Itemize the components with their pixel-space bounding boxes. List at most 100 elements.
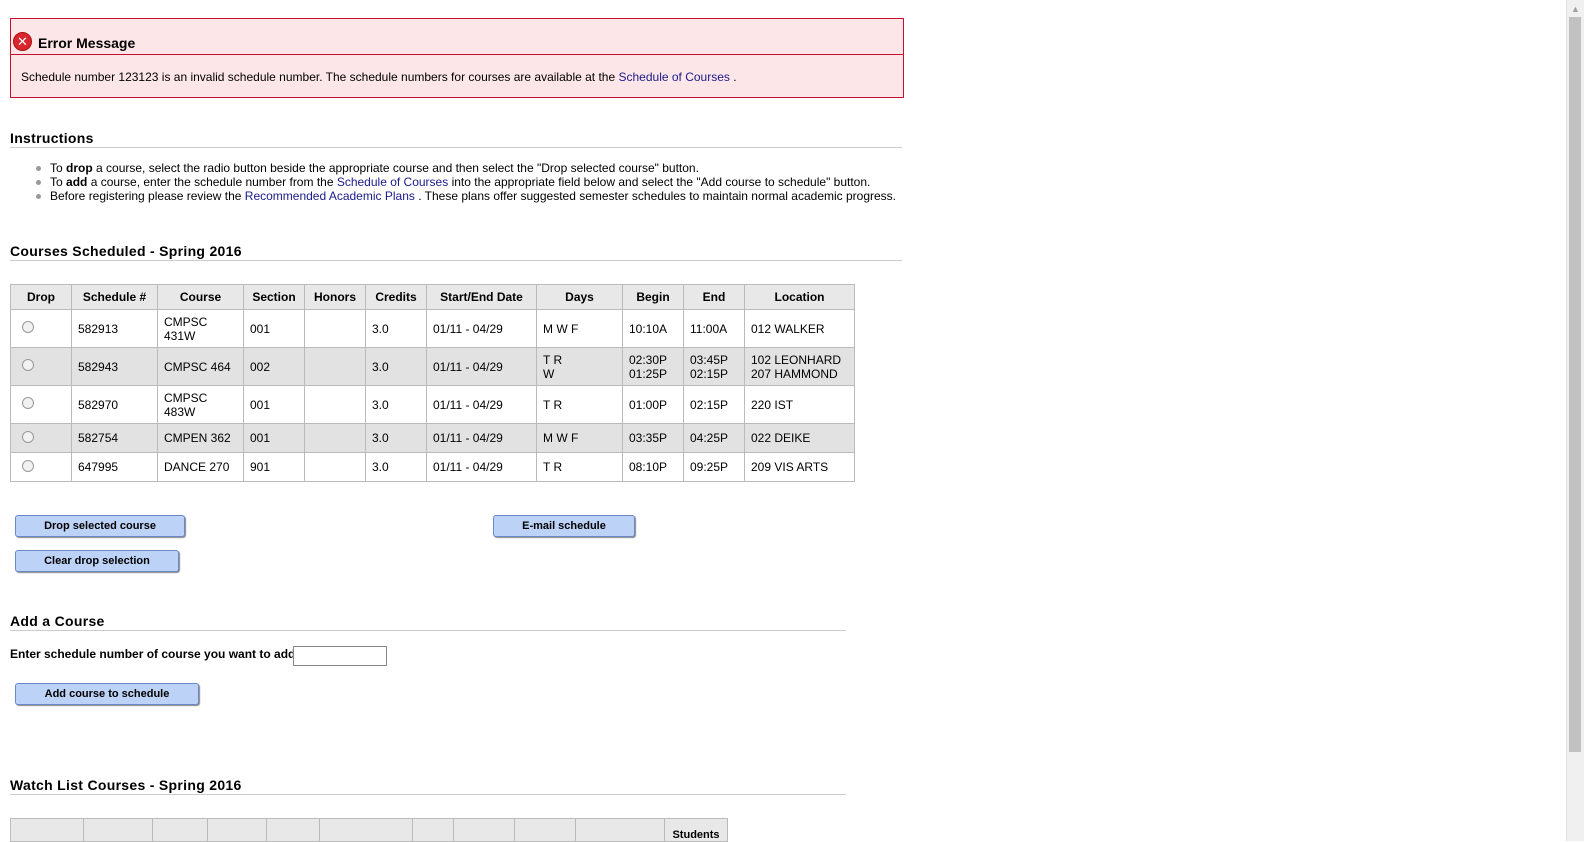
bullet-icon xyxy=(36,194,41,199)
error-message-box: ✕ Error Message Schedule number 123123 i… xyxy=(10,18,904,98)
cell-end: 09:25P xyxy=(683,452,745,482)
watch-col xyxy=(514,818,576,842)
watch-col xyxy=(266,818,320,842)
cell-course: CMPSC 464 xyxy=(157,347,244,386)
cell-credits: 3.0 xyxy=(365,347,427,386)
courses-scheduled-heading: Courses Scheduled - Spring 2016 xyxy=(10,243,902,261)
add-course-to-schedule-button[interactable]: Add course to schedule xyxy=(15,683,199,705)
cell-schedule: 582943 xyxy=(71,347,158,386)
instruction-text: into the appropriate field below and sel… xyxy=(448,175,871,189)
cell-begin: 01:00P xyxy=(622,385,684,424)
schedule-number-input[interactable] xyxy=(293,646,387,666)
bullet-icon xyxy=(36,166,41,171)
instruction-item: To add a course, enter the schedule numb… xyxy=(36,175,896,189)
cell-days: T R W xyxy=(536,347,623,386)
cell-location: 012 WALKER xyxy=(744,309,855,348)
cell-honors xyxy=(304,385,366,424)
cell-credits: 3.0 xyxy=(365,385,427,424)
cell-section: 901 xyxy=(243,452,305,482)
table-header-row: Drop Schedule # Course Section Honors Credits… xyxy=(10,284,855,310)
cell-dates: 01/11 - 04/29 xyxy=(426,385,537,424)
column-header: Start/End Date xyxy=(426,284,537,310)
drop-radio-button[interactable] xyxy=(22,397,34,409)
bullet-icon xyxy=(36,180,41,185)
watch-col xyxy=(83,818,153,842)
column-header: Drop xyxy=(10,284,72,310)
watch-col xyxy=(152,818,208,842)
drop-radio-button[interactable] xyxy=(22,321,34,333)
column-header: Begin xyxy=(622,284,684,310)
cell-course: CMPSC 483W xyxy=(157,385,244,424)
cell-section: 001 xyxy=(243,385,305,424)
cell-begin: 08:10P xyxy=(622,452,684,482)
cell-honors xyxy=(304,452,366,482)
instruction-text: a course, enter the schedule number from… xyxy=(87,175,337,189)
email-schedule-button[interactable]: E-mail schedule xyxy=(493,515,635,537)
table-row: 582943 CMPSC 464 002 3.0 01/11 - 04/29 T R W0… xyxy=(10,347,855,386)
cell-begin: 03:35P xyxy=(622,423,684,453)
table-row: 582754 CMPEN 362 001 3.0 01/11 - 04/29 M W F0… xyxy=(10,423,855,453)
drop-radio-button[interactable] xyxy=(22,430,34,443)
cell-end: 04:25P xyxy=(683,423,745,453)
cell-location: 209 VIS ARTS xyxy=(744,452,855,482)
watch-col xyxy=(453,818,515,842)
table-row: 582970 CMPSC 483W 001 3.0 01/11 - 04/29 T R 01… xyxy=(10,385,855,424)
cell-end: 03:45P 02:15P xyxy=(683,347,745,386)
cell-section: 002 xyxy=(243,347,305,386)
instruction-text: To xyxy=(50,161,67,175)
watch-list-heading: Watch List Courses - Spring 2016 xyxy=(10,777,846,795)
cell-location: 022 DEIKE xyxy=(744,423,855,453)
column-header: Course xyxy=(157,284,244,310)
vertical-scrollbar[interactable]: ▲ xyxy=(1566,0,1584,841)
instruction-text: Before registering please review the xyxy=(50,189,245,203)
instruction-text: add xyxy=(66,175,88,189)
watch-col xyxy=(319,818,413,842)
cell-schedule: 582754 xyxy=(71,423,158,453)
cell-honors xyxy=(304,347,366,386)
drop-cell xyxy=(10,452,72,482)
cell-credits: 3.0 xyxy=(365,452,427,482)
cell-course: CMPEN 362 xyxy=(157,423,244,453)
instruction-link[interactable]: Schedule of Courses xyxy=(337,175,448,189)
column-header: Honors xyxy=(304,284,366,310)
instructions-list: To drop a course, select the radio butto… xyxy=(36,161,896,203)
cell-days: T R xyxy=(536,452,623,482)
drop-radio-button[interactable] xyxy=(22,359,34,371)
instructions-heading: Instructions xyxy=(10,130,902,148)
error-icon: ✕ xyxy=(13,32,32,51)
cell-honors xyxy=(304,309,366,348)
error-text: Schedule number 123123 is an invalid sch… xyxy=(11,55,903,84)
drop-cell xyxy=(10,423,72,453)
cell-schedule: 582913 xyxy=(71,309,158,348)
cell-honors xyxy=(304,423,366,453)
cell-section: 001 xyxy=(243,423,305,453)
cell-dates: 01/11 - 04/29 xyxy=(426,423,537,453)
column-header: Section xyxy=(243,284,305,310)
table-row: 582913 CMPSC 431W 001 3.0 01/11 - 04/29 M W F… xyxy=(10,309,855,348)
cell-end: 02:15P xyxy=(683,385,745,424)
cell-location: 220 IST xyxy=(744,385,855,424)
cell-begin: 10:10A xyxy=(622,309,684,348)
instruction-link[interactable]: Recommended Academic Plans xyxy=(245,189,415,203)
cell-course: DANCE 270 xyxy=(157,452,244,482)
cell-dates: 01/11 - 04/29 xyxy=(426,452,537,482)
drop-radio-button[interactable] xyxy=(22,459,34,472)
drop-cell xyxy=(10,309,72,348)
cell-course: CMPSC 431W xyxy=(157,309,244,348)
instruction-text: drop xyxy=(66,161,93,175)
column-header: Schedule # xyxy=(71,284,158,310)
cell-credits: 3.0 xyxy=(365,309,427,348)
add-course-label: Enter schedule number of course you want… xyxy=(10,647,300,661)
instruction-text: To xyxy=(50,175,67,189)
scrollbar-thumb[interactable] xyxy=(1569,17,1581,752)
clear-drop-selection-button[interactable]: Clear drop selection xyxy=(15,550,179,572)
scroll-up-arrow-icon[interactable]: ▲ xyxy=(1567,0,1584,17)
cell-end: 11:00A xyxy=(683,309,745,348)
watch-col xyxy=(10,818,84,842)
watch-list-table: Students xyxy=(10,818,728,842)
schedule-of-courses-link[interactable]: Schedule of Courses xyxy=(619,70,730,84)
drop-selected-course-button[interactable]: Drop selected course xyxy=(15,515,185,537)
cell-schedule: 647995 xyxy=(71,452,158,482)
error-message-suffix: . xyxy=(733,70,737,84)
cell-location: 102 LEONHARD 207 HAMMOND xyxy=(744,347,855,386)
